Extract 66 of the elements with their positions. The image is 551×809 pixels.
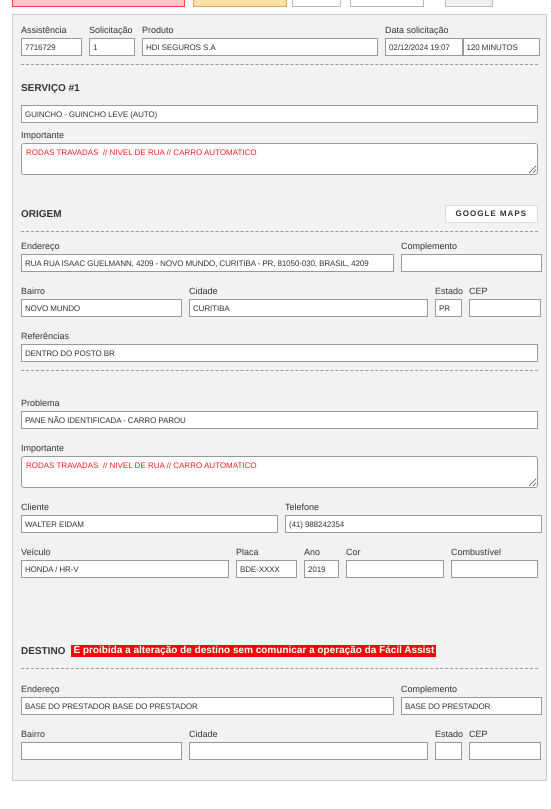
field-label: Endereço — [21, 683, 61, 695]
section-title: SERVIÇO #1 — [21, 82, 80, 96]
input-field[interactable] — [21, 742, 182, 760]
field-label: Estado — [435, 728, 462, 740]
field-label: Solicitação — [89, 24, 134, 36]
input-field[interactable]: CURITIBA — [189, 299, 428, 317]
input-field[interactable] — [401, 254, 542, 272]
toolbar-button[interactable] — [292, 0, 341, 7]
field-label: Data solicitação — [385, 24, 450, 36]
field-label: Importante — [21, 442, 66, 454]
field-label: Complemento — [401, 683, 458, 695]
field-label: Endereço — [21, 240, 61, 252]
field-label: Cor — [346, 546, 362, 558]
input-field[interactable]: PR — [435, 299, 462, 317]
input-field[interactable]: HDI SEGUROS S.A — [142, 38, 378, 56]
input-field[interactable]: 7716729 — [21, 38, 82, 56]
input-field[interactable]: 02/12/2024 19:07 — [385, 38, 462, 56]
field-label: Telefone — [285, 501, 320, 513]
input-field[interactable]: (41) 988242354 — [285, 515, 542, 533]
input-field[interactable] — [469, 742, 541, 760]
notes-field[interactable]: RODAS TRAVADAS // NIVEL DE RUA // CARRO AUTOMATICO — [21, 143, 538, 175]
field-label: Problema — [21, 397, 61, 409]
input-field[interactable]: HONDA / HR-V — [21, 560, 229, 578]
input-field[interactable]: RUA RUA ISAAC GUELMANN, 4209 - NOVO MUNDO, CURITIBA - PR, 81050-030, BRASIL, 4209 — [21, 254, 394, 272]
field-label: Bairro — [21, 285, 46, 297]
input-field[interactable]: GUINCHO - GUINCHO LEVE (AUTO) — [21, 105, 538, 123]
google-maps-button[interactable]: GOOGLE MAPS — [444, 205, 538, 223]
input-field[interactable]: BASE DO PRESTADOR — [401, 697, 542, 715]
input-field[interactable]: NOVO MUNDO — [21, 299, 182, 317]
field-label: Veículo — [21, 546, 52, 558]
field-label: Importante — [21, 129, 66, 141]
field-label: Referências — [21, 330, 70, 342]
field-label: Cidade — [189, 728, 219, 740]
input-field[interactable]: 2019 — [304, 560, 339, 578]
input-field[interactable] — [346, 560, 444, 578]
input-field[interactable]: DENTRO DO POSTO BR — [21, 344, 538, 362]
input-field[interactable]: 1 — [89, 38, 135, 56]
field-label: Assistência — [21, 24, 68, 36]
field-label: Ano — [304, 546, 322, 558]
warning-banner: É proibida a alteração de destino sem comunicar a operação da Fácil Assist — [71, 645, 436, 657]
input-field[interactable] — [435, 742, 462, 760]
input-field[interactable] — [469, 299, 541, 317]
field-label: Cidade — [189, 285, 219, 297]
input-field[interactable]: BASE DO PRESTADOR BASE DO PRESTADOR — [21, 697, 394, 715]
field-label: CEP — [469, 728, 489, 740]
field-label: Complemento — [401, 240, 458, 252]
input-field[interactable]: PANE NÃO IDENTIFICADA - CARRO PAROU — [21, 411, 538, 429]
field-label: Cliente — [21, 501, 50, 513]
input-field[interactable] — [451, 560, 538, 578]
field-label: CEP — [469, 285, 489, 297]
field-label: Produto — [142, 24, 175, 36]
section-title: ORIGEM — [21, 208, 62, 222]
input-field[interactable]: BDE-XXXX — [236, 560, 297, 578]
input-field[interactable]: 120 MINUTOS — [462, 38, 540, 56]
notes-field[interactable]: RODAS TRAVADAS // NIVEL DE RUA // CARRO AUTOMATICO — [21, 456, 538, 488]
toolbar-button[interactable] — [193, 0, 287, 7]
toolbar-button[interactable] — [445, 0, 493, 7]
field-label: Placa — [236, 546, 260, 558]
input-field[interactable] — [189, 742, 428, 760]
section-title: DESTINO — [21, 644, 66, 658]
input-field[interactable]: WALTER EIDAM — [21, 515, 278, 533]
toolbar-button[interactable] — [12, 0, 185, 7]
field-label: Estado — [435, 285, 462, 297]
field-label: Bairro — [21, 728, 46, 740]
toolbar-button[interactable] — [350, 0, 424, 7]
field-label: Combustível — [451, 546, 502, 558]
